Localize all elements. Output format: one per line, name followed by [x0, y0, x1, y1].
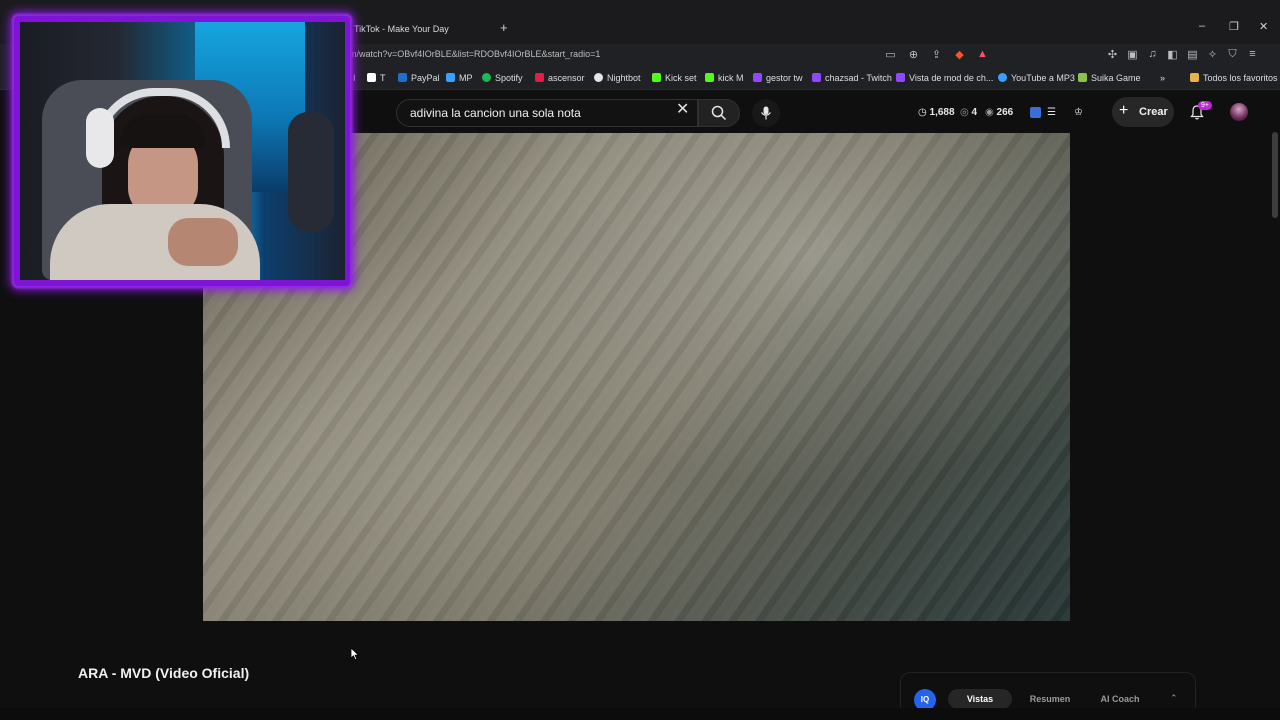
leo-ai-icon[interactable]: ✧: [1206, 48, 1219, 61]
x-icon: [367, 73, 376, 82]
paypal-icon: [398, 73, 407, 82]
bookmark-item[interactable]: ascensor: [535, 73, 585, 83]
voice-search-button[interactable]: [752, 99, 780, 127]
extensions-icon[interactable]: ✣: [1106, 48, 1119, 61]
menu-icon[interactable]: ≡: [1246, 48, 1259, 61]
bookmark-item[interactable]: Nightbot: [594, 73, 641, 83]
minimize-button[interactable]: –: [1199, 20, 1205, 32]
search-query: adivina la cancion una sola nota: [410, 106, 581, 120]
bookmark-item[interactable]: I: [353, 73, 356, 83]
webcam-background-object: [288, 112, 334, 232]
plus-icon: +: [1119, 102, 1129, 119]
video-title: ARA - MVD (Video Oficial): [78, 665, 250, 681]
bookmark-item[interactable]: Spotify: [482, 73, 523, 83]
views-icon: ◉: [985, 107, 994, 118]
search-input[interactable]: adivina la cancion una sola nota: [396, 99, 698, 127]
watch-time-stat: ◷ 1,688: [918, 107, 955, 118]
bookmark-item[interactable]: Vista de mod de ch...: [896, 73, 993, 83]
clock-icon: ◷: [918, 107, 927, 118]
tab-ai-coach[interactable]: AI Coach: [1088, 689, 1152, 709]
webcam-fringe: [120, 114, 206, 148]
microphone-icon: [761, 106, 771, 120]
eye-icon: ◎: [960, 107, 969, 118]
mp-icon: [446, 73, 455, 82]
bookmark-item[interactable]: PayPal: [398, 73, 440, 83]
trophy-icon[interactable]: ♔: [1074, 107, 1083, 118]
avatar[interactable]: [1230, 103, 1248, 121]
tab-resumen[interactable]: Resumen: [1018, 689, 1082, 709]
bookmark-item[interactable]: kick M: [705, 73, 744, 83]
queue-icon[interactable]: ☰: [1047, 107, 1056, 118]
twitch-icon: [896, 73, 905, 82]
folder-icon: [1190, 73, 1199, 82]
more-bookmarks-button[interactable]: »: [1160, 73, 1165, 83]
cast-icon[interactable]: ▭: [884, 48, 897, 61]
url-field[interactable]: m/watch?v=OBvf4IOrBLE&list=RDOBvf4IOrBLE…: [349, 49, 600, 59]
chevron-up-icon[interactable]: ⌃: [1170, 693, 1178, 704]
twitch-icon: [753, 73, 762, 82]
share-icon[interactable]: ⇪: [930, 48, 943, 61]
wallet-icon[interactable]: ▤: [1186, 48, 1199, 61]
search-icon: [711, 105, 727, 121]
suika-icon: [1078, 73, 1087, 82]
bookmark-item[interactable]: Suika Game: [1078, 73, 1141, 83]
zoom-icon[interactable]: ⊕: [907, 48, 920, 61]
bookmark-item[interactable]: YouTube a MP3: [998, 73, 1075, 83]
webcam-feed: [20, 22, 345, 280]
tab-search-icon[interactable]: ▣: [1126, 48, 1139, 61]
bookmark-item[interactable]: T: [367, 73, 386, 83]
kick-icon: [705, 73, 714, 82]
brave-shield-icon[interactable]: ◆: [953, 48, 966, 61]
brave-rewards-icon[interactable]: ▲: [976, 48, 989, 61]
browser-tab[interactable]: TikTok - Make Your Day: [346, 18, 496, 40]
bookmark-item[interactable]: gestor tw: [753, 73, 803, 83]
youtube-icon: [535, 73, 544, 82]
media-icon[interactable]: ♫: [1146, 48, 1159, 61]
mouse-cursor-icon: [350, 647, 360, 661]
close-window-button[interactable]: ✕: [1259, 20, 1268, 33]
sidebar-icon[interactable]: ◧: [1166, 48, 1179, 61]
kick-icon: [652, 73, 661, 82]
twitch-icon: [812, 73, 821, 82]
notification-badge: 9+: [1198, 101, 1212, 110]
converter-icon: [998, 73, 1007, 82]
vpn-icon[interactable]: ⛉: [1226, 48, 1239, 61]
search-button[interactable]: [698, 99, 740, 127]
restore-button[interactable]: ❐: [1229, 20, 1239, 33]
bookmark-item[interactable]: Kick set: [652, 73, 697, 83]
tab-vistas[interactable]: Vistas: [948, 689, 1012, 709]
eye-stat: ◎ 4: [960, 107, 978, 118]
bookmark-item[interactable]: MP: [446, 73, 473, 83]
bookmark-item[interactable]: chazsad - Twitch: [812, 73, 892, 83]
headphone-icon: [86, 108, 114, 168]
spotify-icon: [482, 73, 491, 82]
clear-search-icon[interactable]: ✕: [676, 102, 689, 118]
nightbot-icon: [594, 73, 603, 82]
views-stat: ◉ 266: [985, 107, 1014, 118]
new-tab-button[interactable]: +: [500, 20, 508, 35]
webcam-hands: [168, 218, 238, 266]
all-bookmarks-folder[interactable]: Todos los favoritos: [1190, 73, 1278, 83]
extension-icon[interactable]: [1030, 107, 1041, 118]
page-scrollbar[interactable]: [1272, 132, 1278, 218]
bottom-strip: [0, 708, 1280, 720]
